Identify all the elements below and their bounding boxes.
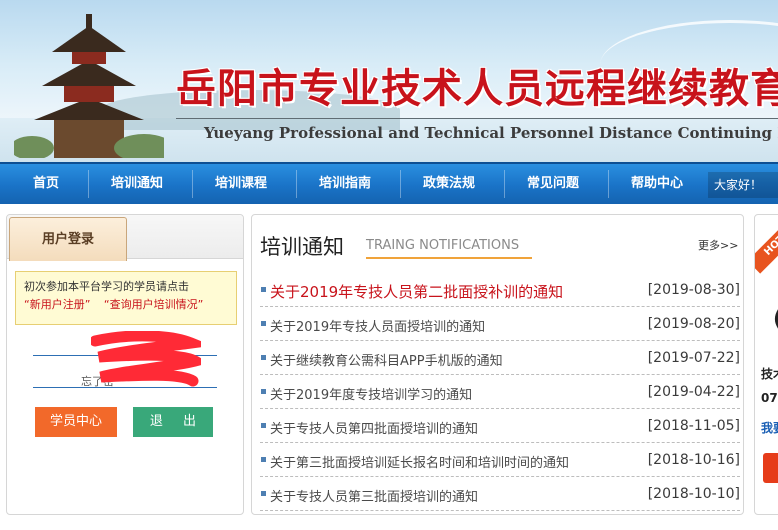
more-link[interactable]: 更多>>	[698, 237, 738, 253]
hot-ribbon: HOT	[755, 218, 778, 274]
new-user-notice: 初次参加本平台学习的学员请点击 “新用户注册” “查询用户培训情况”	[15, 271, 237, 325]
nav-divider	[88, 170, 89, 198]
nav-training-notices[interactable]: 培训通知	[96, 164, 178, 204]
nav-divider	[608, 170, 609, 198]
hot-action-button[interactable]	[763, 453, 778, 483]
notice-date: [2018-11-05]	[647, 418, 740, 434]
tab-user-login[interactable]: 用户登录	[9, 217, 127, 261]
notifications-title: 培训通知	[260, 235, 344, 259]
notice-link[interactable]: 关于专技人员第三批面授培训的通知	[270, 486, 478, 505]
bullet-icon	[261, 491, 266, 496]
notice-date: [2019-07-22]	[647, 350, 740, 366]
notice-link[interactable]: 关于第三批面授培训延长报名时间和培训时间的通知	[270, 452, 569, 471]
hot-link[interactable]: 我要	[761, 419, 778, 436]
notice-date: [2019-08-30]	[647, 282, 740, 298]
partial-icon: (	[773, 307, 778, 332]
nav-divider	[504, 170, 505, 198]
bullet-icon	[261, 355, 266, 360]
site-subtitle: Yueyang Professional and Technical Perso…	[204, 124, 778, 142]
student-center-button[interactable]: 学员中心	[35, 407, 117, 437]
nav-divider	[192, 170, 193, 198]
notice-link[interactable]: 关于继续教育公需科目APP手机版的通知	[270, 350, 503, 369]
notice-link[interactable]: 关于专技人员第四批面授培训的通知	[270, 418, 478, 437]
bullet-icon	[261, 321, 266, 326]
notice-item: 关于2019年专技人员面授培训的通知 [2019-08-20]	[260, 307, 740, 341]
nav-divider	[400, 170, 401, 198]
redaction-scribble	[91, 331, 201, 387]
bullet-icon	[261, 389, 266, 394]
notice-link[interactable]: 关于2019年专技人员面授培训的通知	[270, 316, 485, 335]
notice-item: 关于专技人员第三批面授培训的通知 [2018-10-10]	[260, 477, 740, 511]
nav-training-courses[interactable]: 培训课程	[200, 164, 282, 204]
notifications-subtitle: TRAING NOTIFICATIONS	[366, 238, 520, 253]
notifications-panel: 培训通知 TRAING NOTIFICATIONS 更多>> 关于2019年专技…	[251, 214, 744, 515]
nav-training-guide[interactable]: 培训指南	[304, 164, 386, 204]
notice-date: [2019-08-20]	[647, 316, 740, 332]
bullet-icon	[261, 423, 266, 428]
password-field[interactable]	[33, 387, 217, 388]
hot-line-2: 07	[761, 391, 778, 405]
logout-button[interactable]: 退 出	[133, 407, 213, 437]
nav-policies[interactable]: 政策法规	[408, 164, 490, 204]
hot-line-1: 技术	[761, 367, 778, 381]
notice-item: 关于2019年度专技培训学习的通知 [2019-04-22]	[260, 375, 740, 409]
title-divider	[176, 118, 778, 119]
nav-faq[interactable]: 常见问题	[512, 164, 594, 204]
notice-date: [2018-10-16]	[647, 452, 740, 468]
hot-panel: HOT ( 技术 07 我要	[754, 214, 778, 515]
greeting-text: 大家好！	[708, 172, 778, 198]
notice-text: 初次参加本平台学习的学员请点击	[24, 280, 189, 293]
site-banner: 岳阳市专业技术人员远程继续教育平 Yueyang Professional an…	[0, 0, 778, 162]
bullet-icon	[261, 287, 266, 292]
notice-item: 关于继续教育公需科目APP手机版的通知 [2019-07-22]	[260, 341, 740, 375]
notice-item: 关于专技人员第四批面授培训的通知 [2018-11-05]	[260, 409, 740, 443]
notice-link[interactable]: 关于2019年度专技培训学习的通知	[270, 384, 472, 403]
subtitle-underline	[366, 257, 532, 259]
nav-home[interactable]: 首页	[10, 164, 82, 204]
bullet-icon	[261, 457, 266, 462]
notice-item: 关于2019年专技人员第二批面授补训的通知 [2019-08-30]	[260, 273, 740, 307]
nav-divider	[296, 170, 297, 198]
login-panel: 用户登录 初次参加本平台学习的学员请点击 “新用户注册” “查询用户培训情况” …	[6, 214, 244, 515]
notice-date: [2019-04-22]	[647, 384, 740, 400]
notice-date: [2018-10-10]	[647, 486, 740, 502]
pagoda-logo-icon	[14, 14, 164, 158]
register-link[interactable]: “新用户注册”	[24, 298, 90, 311]
site-title: 岳阳市专业技术人员远程继续教育平	[176, 66, 778, 112]
nav-help-center[interactable]: 帮助中心	[616, 164, 698, 204]
notice-link[interactable]: 关于2019年专技人员第二批面授补训的通知	[270, 281, 563, 302]
query-training-link[interactable]: “查询用户培训情况”	[104, 298, 203, 311]
notice-item: 关于第三批面授培训延长报名时间和培训时间的通知 [2018-10-16]	[260, 443, 740, 477]
main-nav: 首页 培训通知 培训课程 培训指南 政策法规 常见问题 帮助中心 大家好！	[0, 162, 778, 204]
